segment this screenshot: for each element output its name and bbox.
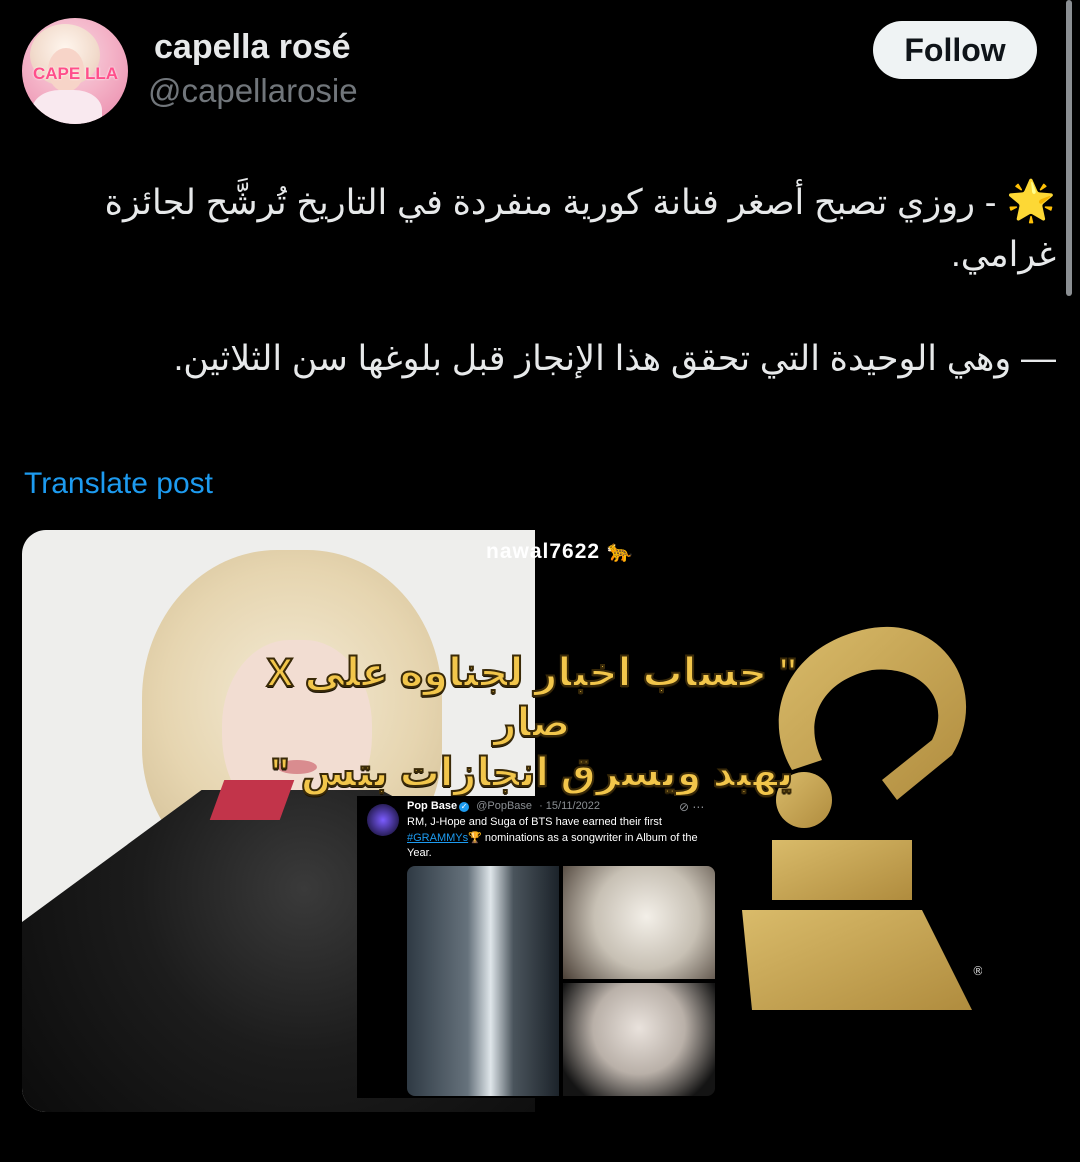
follow-button[interactable]: Follow xyxy=(873,21,1037,79)
more-options-icon: ⊘ ⋯ xyxy=(679,800,705,814)
svg-text:®: ® xyxy=(972,964,982,978)
post-media-image[interactable]: ® nawal7622 🐆 " حساب اخبار لجناوه على X … xyxy=(22,530,1080,1112)
user-handle[interactable]: @capellarosie xyxy=(148,72,358,110)
verified-badge-icon: ✓ xyxy=(459,802,470,812)
photo-jhope xyxy=(563,866,715,979)
post-line-2: — وهي الوحيدة التي تحقق هذا الإنجاز قبل … xyxy=(173,339,1056,378)
embedded-tweet-photos xyxy=(407,866,715,1096)
post-line-1: - روزي تصبح أصغر فنانة كورية منفردة في ا… xyxy=(104,183,1056,274)
embedded-tweet-header: Pop Base ✓ @PopBase · 15/11/2022 xyxy=(407,800,601,812)
embedded-tweet-screenshot: Pop Base ✓ @PopBase · 15/11/2022 ⊘ ⋯ RM, … xyxy=(357,796,723,1098)
overlay-caption: " حساب اخبار لجناوه على X صار يهبد ويسرق… xyxy=(266,650,799,796)
profile-avatar[interactable]: CAPE LLA xyxy=(22,18,128,124)
star-emoji-icon: 🌟 xyxy=(1006,179,1056,223)
photo-rm xyxy=(407,866,559,1096)
scrollbar[interactable] xyxy=(1066,0,1072,296)
translate-post-link[interactable]: Translate post xyxy=(24,467,213,501)
popbase-avatar xyxy=(367,804,399,836)
post-text: 🌟 - روزي تصبح أصغر فنانة كورية منفردة في… xyxy=(40,175,1056,385)
photo-suga xyxy=(563,983,715,1096)
avatar-logo: CAPE LLA xyxy=(33,64,118,83)
display-name[interactable]: capella rosé xyxy=(154,28,351,67)
embedded-tweet-text: RM, J-Hope and Suga of BTS have earned t… xyxy=(407,816,698,859)
watermark: nawal7622 🐆 xyxy=(486,540,635,563)
